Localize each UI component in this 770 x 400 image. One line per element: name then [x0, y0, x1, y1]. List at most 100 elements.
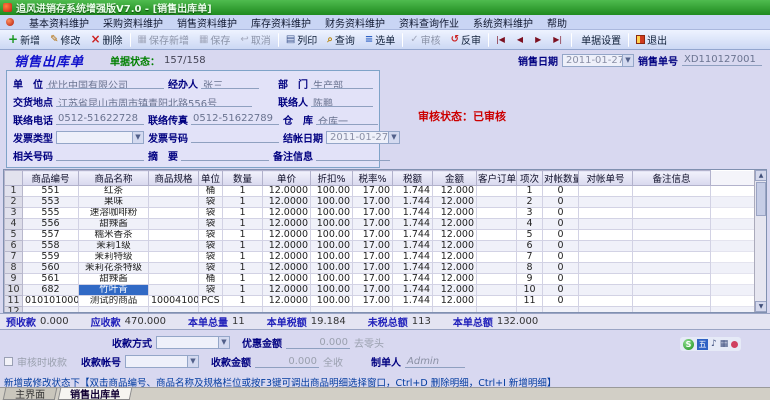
seq-cell[interactable]: 3 [516, 207, 543, 219]
tax-cell[interactable]: 1.744 [392, 240, 433, 252]
note-cell[interactable] [632, 229, 711, 241]
price-cell[interactable]: 12.0000 [262, 262, 311, 274]
recon-no-cell[interactable] [578, 196, 633, 208]
name-cell[interactable]: 甜辣酱 [78, 273, 149, 285]
ref-no-field[interactable] [56, 149, 144, 161]
settle-date-select[interactable]: 2011-01-27 ▼ [326, 130, 400, 144]
row-number-cell[interactable]: 4 [4, 218, 23, 230]
toolbar-button[interactable] [571, 32, 573, 47]
toolbar-button[interactable] [402, 32, 404, 47]
customer-order-cell[interactable] [476, 240, 517, 252]
address-field[interactable]: 江苏省昆山市周市镇青阳北路556号 [56, 95, 252, 107]
tax-cell[interactable]: 1.744 [392, 207, 433, 219]
toolbar-button[interactable] [530, 33, 548, 47]
price-cell[interactable]: 12.0000 [262, 229, 311, 241]
sales-no-field[interactable]: XD110127001 [682, 54, 762, 66]
amount-cell[interactable]: 12.000 [432, 284, 477, 296]
customer-order-cell[interactable] [476, 262, 517, 274]
amount-cell[interactable]: 12.000 [432, 207, 477, 219]
code-cell[interactable]: 556 [22, 218, 79, 230]
toolbar-button[interactable]: 选单 [360, 30, 400, 49]
seq-cell[interactable]: 11 [516, 295, 543, 307]
recon-qty-cell[interactable]: 0 [542, 185, 579, 197]
taxrate-cell[interactable]: 17.00 [352, 262, 393, 274]
chevron-down-icon[interactable]: ▼ [132, 131, 143, 143]
unit-cell[interactable]: 袋 [198, 229, 223, 241]
account-select[interactable]: ▼ [125, 355, 199, 368]
price-cell[interactable]: 12.0000 [262, 207, 311, 219]
row-number-cell[interactable]: 2 [4, 196, 23, 208]
note-field[interactable] [316, 149, 390, 161]
toolbar-button[interactable]: 保存 [194, 30, 235, 49]
seq-cell[interactable]: 2 [516, 196, 543, 208]
toolbar-button[interactable] [488, 32, 490, 47]
collect-all-button[interactable]: 全收 [323, 354, 343, 369]
audit-collect-checkbox[interactable] [4, 357, 13, 366]
code-cell[interactable]: 558 [22, 240, 79, 252]
table-row[interactable]: 11 0101010001 测试的商品 10004100040. PCS 1 1… [4, 295, 756, 307]
bottom-tab[interactable]: 主界面 [2, 388, 58, 400]
spec-cell[interactable]: 10004100040. [148, 295, 199, 307]
table-row[interactable]: 10 682 竹叶青 袋 1 12.0000 100.00 17.00 1.74… [4, 284, 756, 296]
row-number-cell[interactable]: 8 [4, 262, 23, 274]
unit-field[interactable]: 优比中国有限公司 [46, 77, 164, 89]
column-header[interactable]: 商品编号 [22, 170, 79, 186]
toolbar-button[interactable]: 新增 [3, 30, 45, 49]
spec-cell[interactable] [148, 185, 199, 197]
recon-qty-cell[interactable]: 0 [542, 229, 579, 241]
customer-order-cell[interactable] [476, 218, 517, 230]
taxrate-cell[interactable]: 17.00 [352, 284, 393, 296]
seq-cell[interactable]: 6 [516, 240, 543, 252]
qty-cell[interactable]: 1 [222, 273, 263, 285]
price-cell[interactable]: 12.0000 [262, 196, 311, 208]
tax-cell[interactable]: 1.744 [392, 273, 433, 285]
code-cell[interactable]: 682 [22, 284, 79, 296]
name-cell[interactable]: 茉莉特级 [78, 251, 149, 263]
amount-cell[interactable]: 12.000 [432, 218, 477, 230]
bottom-tab[interactable]: 销售出库单 [57, 388, 133, 400]
taxrate-cell[interactable]: 17.00 [352, 295, 393, 307]
unit-cell[interactable]: 袋 [198, 218, 223, 230]
table-row[interactable]: 6 558 茉莉1级 袋 1 12.0000 100.00 17.00 1.74… [4, 240, 756, 252]
discount-cell[interactable]: 100.00 [310, 207, 353, 219]
toolbar-button[interactable]: 删除 [85, 30, 127, 49]
ime-tools-icon[interactable] [731, 340, 739, 348]
customer-order-cell[interactable] [476, 196, 517, 208]
table-row[interactable]: 8 560 茉莉花茶特级 袋 1 12.0000 100.00 17.00 1.… [4, 262, 756, 274]
price-cell[interactable]: 12.0000 [262, 295, 311, 307]
code-cell[interactable]: 561 [22, 273, 79, 285]
column-header[interactable]: 金额 [432, 170, 477, 186]
qty-cell[interactable]: 1 [222, 196, 263, 208]
spec-cell[interactable] [148, 273, 199, 285]
menu-item[interactable]: 系统资料维护 [466, 15, 540, 30]
dept-field[interactable]: 生产部 [311, 77, 373, 89]
spec-cell[interactable] [148, 240, 199, 252]
column-header[interactable]: 税率% [352, 170, 393, 186]
amount-cell[interactable]: 12.000 [432, 196, 477, 208]
seq-cell[interactable]: 9 [516, 273, 543, 285]
recon-qty-cell[interactable]: 0 [542, 218, 579, 230]
recon-qty-cell[interactable]: 0 [542, 284, 579, 296]
name-cell[interactable]: 红茶 [78, 185, 149, 197]
code-cell[interactable]: 559 [22, 251, 79, 263]
recon-qty-cell[interactable]: 0 [542, 262, 579, 274]
toolbar-button[interactable]: 取消 [235, 30, 275, 49]
table-row[interactable]: 9 561 甜辣酱 桶 1 12.0000 100.00 17.00 1.744… [4, 273, 756, 285]
taxrate-cell[interactable]: 17.00 [352, 185, 393, 197]
menu-item[interactable]: 帮助 [540, 15, 574, 30]
discount-cell[interactable]: 100.00 [310, 251, 353, 263]
recon-qty-cell[interactable]: 0 [542, 207, 579, 219]
code-cell[interactable]: 555 [22, 207, 79, 219]
name-cell[interactable]: 果味 [78, 196, 149, 208]
menu-item[interactable]: 财务资料维护 [318, 15, 392, 30]
recon-no-cell[interactable] [578, 251, 633, 263]
table-row[interactable]: 4 556 甜辣酱 袋 1 12.0000 100.00 17.00 1.744… [4, 218, 756, 230]
recon-no-cell[interactable] [578, 240, 633, 252]
warehouse-field[interactable]: 仓库一 [316, 113, 378, 125]
column-header[interactable]: 客户订单 [476, 170, 517, 186]
discount-cell[interactable]: 100.00 [310, 284, 353, 296]
scrollbar-thumb[interactable] [756, 182, 766, 216]
discount-cell[interactable]: 100.00 [310, 218, 353, 230]
table-row[interactable]: 3 555 速溶咖啡粉 袋 1 12.0000 100.00 17.00 1.7… [4, 207, 756, 219]
unit-cell[interactable]: 桶 [198, 273, 223, 285]
